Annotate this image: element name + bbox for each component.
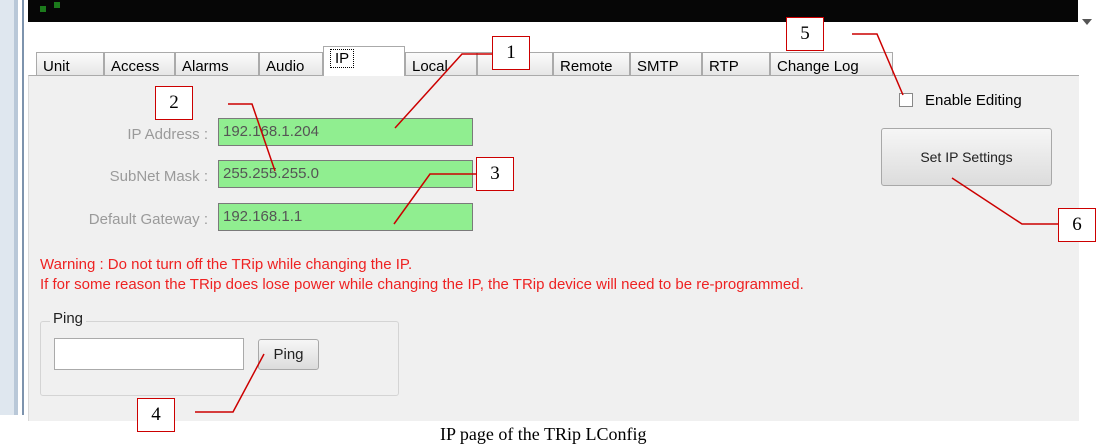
tab-change-log[interactable]: Change Log	[770, 52, 893, 75]
tab-remote[interactable]: Remote	[553, 52, 630, 75]
tab-unit[interactable]: Unit	[36, 52, 104, 75]
window-left-border-inner	[14, 0, 18, 415]
tab-label: Audio	[266, 58, 305, 75]
tab-smtp[interactable]: SMTP	[630, 52, 702, 75]
callout-4: 4	[137, 398, 175, 432]
callout-3: 3	[476, 157, 514, 191]
set-ip-settings-button[interactable]: Set IP Settings	[881, 128, 1052, 186]
ping-group-label: Ping	[50, 310, 87, 327]
subnet-mask-label: SubNet Mask :	[109, 168, 208, 185]
default-gateway-field[interactable]: 192.168.1.1	[218, 203, 473, 231]
tab-audio[interactable]: Audio	[259, 52, 323, 75]
tab-local[interactable]: Local	[405, 52, 477, 75]
tab-alarms[interactable]: Alarms	[175, 52, 259, 75]
callout-1: 1	[492, 36, 530, 70]
window-left-edge	[22, 0, 24, 415]
enable-editing-label: Enable Editing	[925, 92, 1022, 109]
ping-address-input[interactable]	[54, 338, 244, 370]
callout-5: 5	[786, 17, 824, 51]
callout-6: 6	[1058, 208, 1096, 242]
tab-access[interactable]: Access	[104, 52, 175, 75]
scroll-down-arrow-icon[interactable]	[1082, 19, 1092, 25]
callout-2: 2	[155, 86, 193, 120]
tab-ip[interactable]: IP	[323, 46, 405, 76]
tab-label: Change Log	[777, 58, 859, 75]
tab-label: Unit	[43, 58, 70, 75]
tab-label: Remote	[560, 58, 613, 75]
indicator-dot	[40, 6, 46, 12]
enable-editing-checkbox[interactable]	[899, 93, 913, 107]
ping-button[interactable]: Ping	[258, 339, 319, 370]
subnet-mask-field[interactable]: 255.255.255.0	[218, 160, 473, 188]
tab-label: SMTP	[637, 58, 679, 75]
indicator-dot	[54, 2, 60, 8]
window-left-border	[0, 0, 14, 415]
default-gateway-label: Default Gateway :	[88, 211, 208, 228]
ip-address-field[interactable]: 192.168.1.204	[218, 118, 473, 146]
tab-label: RTP	[709, 58, 739, 75]
tab-label: Local	[412, 58, 448, 75]
log-output-area	[28, 0, 1078, 22]
warning-text-line1: Warning : Do not turn off the TRip while…	[40, 256, 413, 273]
tab-label: Alarms	[182, 58, 229, 75]
ip-address-label: IP Address :	[127, 126, 208, 143]
tab-label: IP	[330, 49, 355, 68]
tab-label: Access	[111, 58, 160, 75]
tab-rtp[interactable]: RTP	[702, 52, 770, 75]
warning-text-line2: If for some reason the TRip does lose po…	[40, 276, 804, 293]
